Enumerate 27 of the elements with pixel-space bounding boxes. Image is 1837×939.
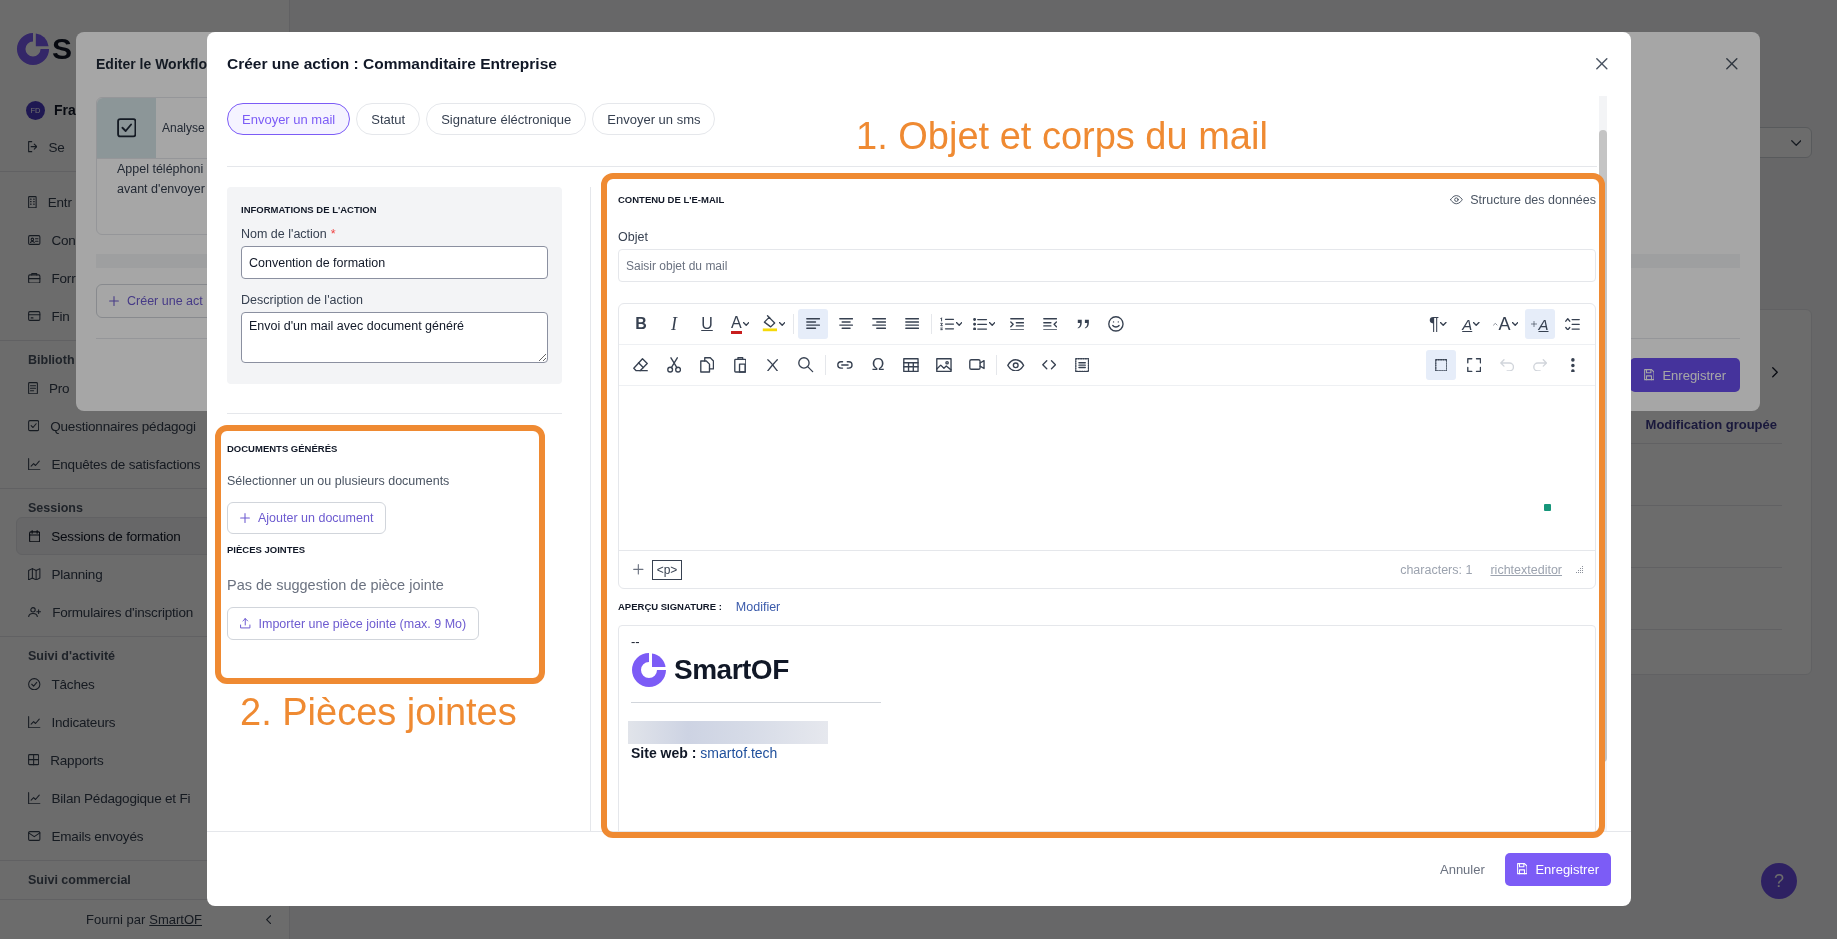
section-heading: Biblioth xyxy=(27,352,76,369)
logo-text: SmartOF xyxy=(674,654,789,686)
section-heading: Suivi d'activité xyxy=(27,648,117,665)
annotation-text: 2. Pièces jointes xyxy=(240,690,517,734)
step-description: Appel téléphoni xyxy=(116,161,205,178)
dialog-title: Créer une action : Commanditaire Entreprise xyxy=(227,55,557,73)
step-description: avant d'envoyer xyxy=(116,181,206,198)
section-heading: Suivi commercial xyxy=(27,872,132,889)
section-heading: CONTENU DE L'E-MAIL xyxy=(618,193,725,207)
field-label: Objet xyxy=(618,229,649,245)
annotation-text: 1. Objet et corps du mail xyxy=(856,114,1268,158)
field-label: Nom de l'action * xyxy=(241,226,337,242)
dialog-title: Editer le Workflo xyxy=(96,56,207,72)
signature-dashes: -- xyxy=(631,634,640,650)
section-heading: Sessions xyxy=(27,500,84,517)
attribution-text: Fourni par SmartOF xyxy=(86,912,202,927)
user-name: Fra xyxy=(54,102,76,118)
section-heading: APERÇU SIGNATURE : xyxy=(618,600,722,614)
logo-text: S xyxy=(52,32,72,66)
step-title: Analyse xyxy=(162,121,205,135)
hint-text: Sélectionner un ou plusieurs documents xyxy=(227,473,451,489)
empty-state-text: Pas de suggestion de pièce jointe xyxy=(227,576,445,594)
column-header: Modification groupée xyxy=(1645,417,1777,432)
section-heading: DOCUMENTS GÉNÉRÉS xyxy=(227,442,339,456)
character-count: characters: 1 xyxy=(1400,562,1473,577)
section-heading: INFORMATIONS DE L'ACTION xyxy=(241,203,378,217)
website-line: Site web : smartof.tech xyxy=(631,744,778,762)
